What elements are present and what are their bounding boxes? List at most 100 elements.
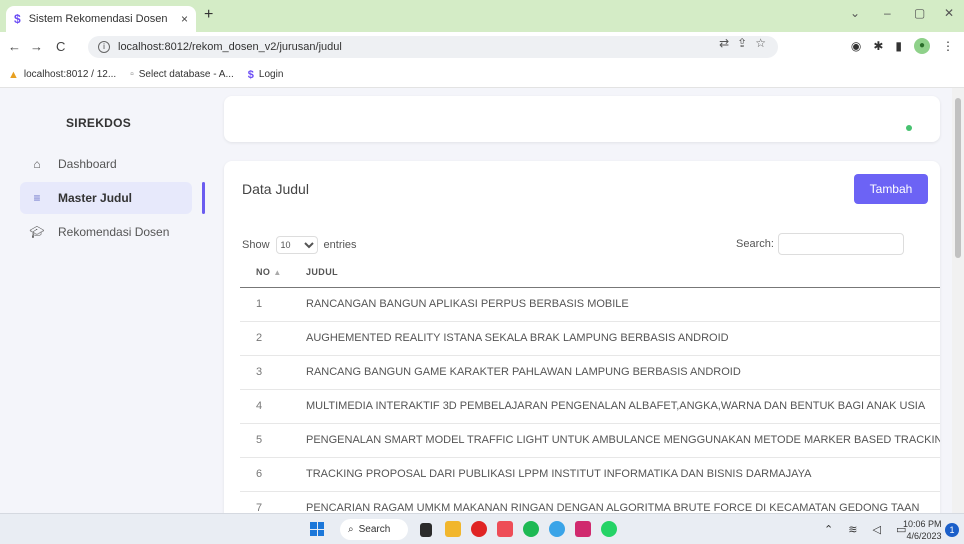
opera-browser-icon[interactable] (471, 521, 487, 537)
entries-label: entries (323, 239, 357, 251)
table-row: 5 PENGENALAN SMART MODEL TRAFFIC LIGHT UN… (240, 423, 940, 458)
browser-tab-strip: $ Sistem Rekomendasi Dosen × + ⌄ – ▢ ✕ (0, 0, 964, 32)
row-judul: MULTIMEDIA INTERAKTIF 3D PEMBELAJARAN PE… (306, 389, 940, 424)
row-number: 7 (240, 491, 306, 513)
top-header-card (224, 96, 940, 142)
whatsapp-icon[interactable] (601, 521, 617, 537)
brand-title: SIREKDOS (66, 116, 132, 130)
windows-start-icon[interactable] (310, 522, 324, 536)
forward-arrow-icon[interactable]: → (30, 39, 43, 54)
browser-tab[interactable]: $ Sistem Rekomendasi Dosen × (6, 6, 196, 32)
minimize-button[interactable]: – (884, 6, 891, 20)
row-number: 4 (240, 389, 306, 424)
tambah-button[interactable]: Tambah (854, 174, 928, 204)
tab-title: Sistem Rekomendasi Dosen (28, 13, 168, 25)
notification-badge[interactable]: 1 (945, 523, 959, 537)
reload-icon[interactable]: C (56, 39, 65, 54)
taskbar-clock[interactable]: 10:06 PM 4/6/2023 (903, 518, 942, 542)
sidebar-item-label: Dashboard (58, 157, 117, 171)
back-arrow-icon[interactable]: ← (8, 39, 21, 54)
column-header-judul[interactable]: JUDUL (306, 257, 940, 288)
bookmark-login[interactable]: $ Login (248, 69, 284, 81)
entries-select[interactable]: 10 (275, 236, 318, 254)
judul-table: NO ▲ JUDUL 1 RANCANGAN BANGUN APLIKASI PER… (240, 257, 940, 513)
data-judul-card: Data Judul Tambah Show 10 entries Search… (224, 161, 940, 513)
active-indicator (202, 182, 205, 214)
page-icon: ▫ (130, 69, 134, 80)
wps-office-icon[interactable] (575, 521, 591, 537)
screenshot-icon[interactable]: ◉ (851, 39, 861, 53)
menu-kebab-icon[interactable]: ⋮ (942, 39, 954, 53)
graduation-cap-icon: 🎓︎ (29, 225, 45, 239)
row-number: 1 (240, 287, 306, 322)
page-viewport: SIREKDOS ⌂ Dashboard ≡ Master Judul 🎓︎ R… (0, 88, 964, 513)
card-title: Data Judul (242, 181, 309, 197)
row-number: 5 (240, 423, 306, 458)
address-bar-action-icons[interactable]: ⇄⇪☆ (719, 36, 774, 50)
search-icon: ⌕ (348, 524, 354, 535)
table-row: 6 TRACKING PROPOSAL DARI PUBLIKASI LPPM I… (240, 457, 940, 492)
site-favicon-icon: $ (14, 12, 21, 26)
extension-icons: ◉ ✱ ▮ ● ⋮ (851, 38, 954, 54)
clock-date: 4/6/2023 (906, 531, 942, 541)
show-label: Show (242, 239, 270, 251)
row-number: 2 (240, 321, 306, 356)
phpmyadmin-icon: ▲ (8, 68, 19, 81)
row-judul: RANCANG BANGUN GAME KARAKTER PAHLAWAN LA… (306, 355, 940, 390)
maximize-button[interactable]: ▢ (914, 6, 925, 20)
browser-toolbar: ← → C i localhost:8012/rekom_dosen_v2/ju… (0, 32, 964, 62)
sidebar-item-label: Rekomendasi Dosen (58, 225, 170, 239)
search-input[interactable] (777, 233, 904, 255)
row-number: 6 (240, 457, 306, 492)
bookmark-select-database[interactable]: ▫ Select database - A... (130, 69, 234, 80)
list-icon: ≡ (33, 191, 41, 205)
search-label: Search: (736, 238, 774, 250)
entries-length-control: Show 10 entries (242, 236, 357, 254)
taskbar-search[interactable]: ⌕ Search (340, 519, 408, 540)
tab-close-icon[interactable]: × (181, 12, 188, 26)
sidebar-item-master-judul[interactable]: ≡ Master Judul (20, 182, 192, 214)
windows-taskbar: ⌕ Search ⌃ ≋ ◁ ▭ 10:06 PM 4/6/2023 1 (0, 513, 964, 544)
row-judul: PENCARIAN RAGAM UMKM MAKANAN RINGAN DENG… (306, 491, 940, 513)
task-view-icon[interactable] (420, 523, 432, 537)
sort-icon: ▲ (273, 267, 282, 277)
profile-avatar[interactable]: ● (914, 38, 930, 54)
sidepanel-icon[interactable]: ▮ (895, 39, 902, 53)
extensions-puzzle-icon[interactable]: ✱ (873, 39, 883, 53)
row-judul: RANCANGAN BANGUN APLIKASI PERPUS BERBASI… (306, 287, 940, 322)
sidebar-item-dashboard[interactable]: ⌂ Dashboard (20, 148, 192, 180)
system-tray-icons[interactable]: ⌃ ≋ ◁ ▭ (824, 523, 912, 536)
table-row: 3 RANCANG BANGUN GAME KARAKTER PAHLAWAN L… (240, 355, 940, 390)
app-launcher-icon[interactable] (497, 521, 513, 537)
table-search: Search: (736, 233, 904, 255)
online-status-dot (906, 125, 912, 131)
table-row: 4 MULTIMEDIA INTERAKTIF 3D PEMBELAJARAN P… (240, 389, 940, 424)
table-row: 7 PENCARIAN RAGAM UMKM MAKANAN RINGAN DEN… (240, 491, 940, 513)
column-header-no[interactable]: NO ▲ (240, 257, 306, 288)
scrollbar-thumb[interactable] (955, 98, 961, 258)
table-row: 2 AUGHEMENTED REALITY ISTANA SEKALA BRAK … (240, 321, 940, 356)
bookmarks-bar: ▲ localhost:8012 / 12... ▫ Select databa… (0, 62, 964, 88)
sidebar-item-rekomendasi-dosen[interactable]: 🎓︎ Rekomendasi Dosen (20, 216, 192, 248)
file-explorer-icon[interactable] (445, 521, 461, 537)
address-bar[interactable]: i localhost:8012/rekom_dosen_v2/jurusan/… (88, 36, 778, 58)
row-judul: PENGENALAN SMART MODEL TRAFFIC LIGHT UNT… (306, 423, 940, 458)
row-judul: AUGHEMENTED REALITY ISTANA SEKALA BRAK L… (306, 321, 940, 356)
tab-search-chevron-icon[interactable]: ⌄ (850, 6, 860, 20)
row-judul: TRACKING PROPOSAL DARI PUBLIKASI LPPM IN… (306, 457, 940, 492)
table-row: 1 RANCANGAN BANGUN APLIKASI PERPUS BERBAS… (240, 287, 940, 322)
sidebar-item-label: Master Judul (58, 191, 133, 205)
table-header-row: NO ▲ JUDUL (240, 257, 940, 288)
window-close-button[interactable]: ✕ (944, 6, 954, 20)
site-favicon-icon: $ (247, 68, 254, 81)
new-tab-button[interactable]: + (204, 6, 213, 24)
address-url: localhost:8012/rekom_dosen_v2/jurusan/ju… (118, 41, 342, 53)
sidebar: SIREKDOS ⌂ Dashboard ≡ Master Judul 🎓︎ R… (0, 88, 206, 513)
spotify-icon[interactable] (523, 521, 539, 537)
chrome-browser-icon[interactable] (549, 521, 565, 537)
bookmark-phpmyadmin[interactable]: ▲ localhost:8012 / 12... (8, 69, 116, 81)
site-info-icon[interactable]: i (98, 41, 110, 53)
clock-time: 10:06 PM (903, 519, 942, 529)
row-number: 3 (240, 355, 306, 390)
home-icon: ⌂ (33, 157, 41, 171)
